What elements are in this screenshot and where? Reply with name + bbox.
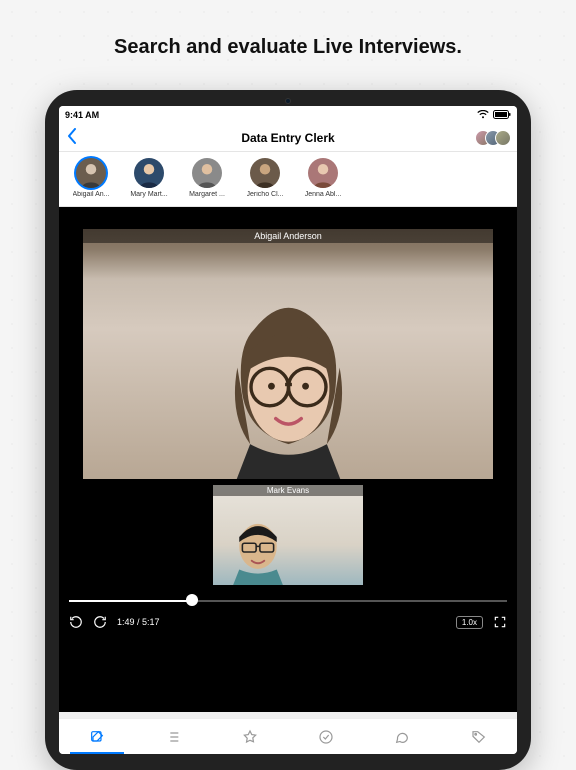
status-bar: 9:41 AM [59, 106, 517, 124]
nav-avatars[interactable] [481, 130, 511, 146]
candidate-strip: Abigail An... Mary Mart... Margaret ... … [59, 152, 517, 207]
star-icon [242, 729, 258, 745]
fullscreen-button[interactable] [493, 615, 507, 629]
candidate-item[interactable]: Mary Mart... [125, 158, 173, 198]
candidate-item[interactable]: Jenna Abl... [299, 158, 347, 198]
video-pip[interactable]: Mark Evans [213, 485, 363, 585]
tab-star[interactable] [212, 719, 288, 754]
check-circle-icon [318, 729, 334, 745]
avatar [250, 158, 280, 188]
candidate-name: Margaret ... [189, 191, 225, 198]
candidate-name: Abigail An... [73, 191, 110, 198]
tab-list[interactable] [135, 719, 211, 754]
progress-bar[interactable] [69, 593, 507, 607]
tablet-camera [285, 98, 291, 104]
page-title: Data Entry Clerk [241, 131, 334, 145]
candidate-name: Jericho Cl... [247, 191, 284, 198]
page-headline: Search and evaluate Live Interviews. [0, 0, 576, 59]
video-main[interactable]: Abigail Anderson [83, 229, 493, 479]
avatar [308, 158, 338, 188]
player-controls: 1:49 / 5:17 1.0x [59, 607, 517, 637]
tab-chat[interactable] [364, 719, 440, 754]
speed-button[interactable]: 1.0x [456, 616, 483, 629]
tab-bar [59, 718, 517, 754]
avatar [134, 158, 164, 188]
avatar [495, 130, 511, 146]
tablet-frame: 9:41 AM Data Entry Clerk [45, 90, 531, 770]
video-pip-label: Mark Evans [213, 485, 363, 496]
forward-button[interactable] [93, 615, 107, 629]
video-area: Abigail Anderson [59, 207, 517, 712]
tab-tag[interactable] [441, 719, 517, 754]
tablet-screen: 9:41 AM Data Entry Clerk [59, 106, 517, 754]
chat-icon [394, 729, 410, 745]
candidate-item[interactable]: Margaret ... [183, 158, 231, 198]
tab-check[interactable] [288, 719, 364, 754]
video-main-label: Abigail Anderson [83, 229, 493, 243]
candidate-name: Jenna Abl... [305, 191, 342, 198]
tag-icon [471, 729, 487, 745]
avatar [192, 158, 222, 188]
status-time: 9:41 AM [65, 110, 99, 120]
player-time: 1:49 / 5:17 [117, 617, 160, 627]
progress-thumb[interactable] [186, 594, 198, 606]
person-illustration [186, 295, 391, 479]
tab-notes[interactable] [59, 719, 135, 754]
candidate-item[interactable]: Jericho Cl... [241, 158, 289, 198]
candidate-name: Mary Mart... [130, 191, 167, 198]
progress-fill [69, 600, 192, 602]
rewind-button[interactable] [69, 615, 83, 629]
list-icon [165, 729, 181, 745]
back-button[interactable] [59, 128, 85, 148]
wifi-icon [477, 110, 489, 121]
battery-icon [493, 110, 511, 121]
avatar [76, 158, 106, 188]
nav-bar: Data Entry Clerk [59, 124, 517, 152]
person-illustration [213, 512, 303, 585]
compose-icon [89, 729, 105, 745]
candidate-item[interactable]: Abigail An... [67, 158, 115, 198]
